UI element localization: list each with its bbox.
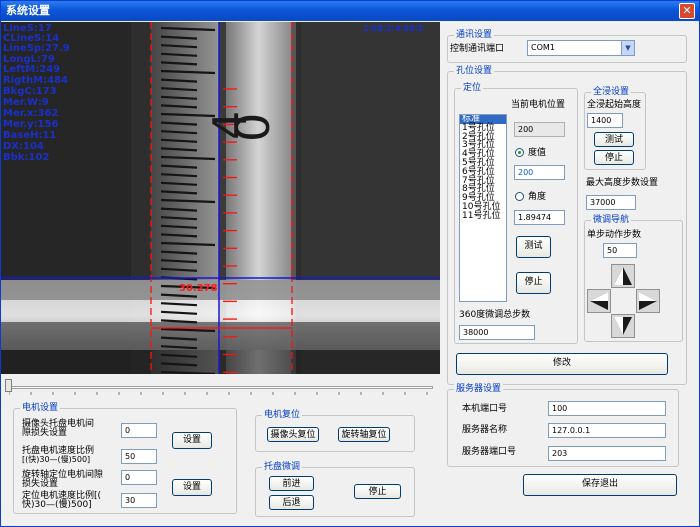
server-name-label: 服务器名称 [462,425,508,435]
dip-start-input[interactable]: 1400 [587,113,623,128]
overlay-linesp: LineSp:27.9 [3,43,70,54]
cam-reset-button[interactable]: 摄像头复位 [267,427,319,442]
pos-speed-label-2: 快)30—(慢)500] [22,500,92,510]
comm-title: 通讯设置 [454,29,495,41]
tray-speed-input[interactable]: 50 [121,449,157,464]
close-icon: ✕ [682,4,692,17]
arrow-left-icon [590,292,608,310]
local-port-input[interactable]: 100 [548,401,666,416]
port-label: 控制通讯端口 [450,44,505,54]
slider-track [9,386,433,389]
slider-ticks [9,392,428,395]
overlay-dx: DX:104 [3,141,44,152]
position-title: 定位 [461,82,484,94]
step-label: 单步动作步数 [587,230,642,240]
reset-group: 电机复位 摄像头复位 旋转轴复位 [255,409,415,452]
dip-stop-button[interactable]: 停止 [594,150,634,165]
comm-group: 通讯设置 控制通讯端口 COM1 ▼ [447,29,687,63]
motor-group: 电机设置 摄像头托盘电机间 隙损失设置 0 托盘电机速度比例 [(快)30—(慢… [13,402,237,514]
arrow-down-icon [614,317,632,335]
overlay-merx: Mer.x:362 [3,108,59,119]
dip-test-button[interactable]: 测试 [594,132,634,147]
hole-title: 孔位设置 [454,65,495,77]
overlay-bkgc: BkgC:173 [3,86,57,97]
rot-gap-input[interactable]: 0 [121,470,157,485]
settings-window: 系统设置 ✕ 4 0 LineS:17 CLineS:14 LineSp:27.… [0,0,700,527]
title-bar[interactable]: 系统设置 ✕ [1,1,699,21]
tray-stop-button[interactable]: 停止 [354,484,401,499]
position-group: 定位 标准 1号孔位 2号孔位 3号孔位 4号孔位 5号孔位 6号孔位 7号孔位 8号孔位 9号孔… [454,82,578,344]
tray-forward-button[interactable]: 前进 [269,476,314,491]
camera-slider[interactable] [3,377,439,397]
overlay-leftm: LeftM:249 [3,64,61,75]
nav-title: 微调导航 [591,214,632,226]
port-select[interactable]: COM1 ▼ [527,40,635,56]
scale-digit-0: 0 [226,113,280,142]
tray-group: 托盘微调 前进 后退 停止 [255,461,415,517]
camera-view: 4 0 LineS:17 CLineS:14 LineSp:27.9 LongL… [1,22,440,374]
current-pos-label: 当前电机位置 [511,100,566,110]
window-title: 系统设置 [6,4,50,17]
server-group: 服务器设置 本机端口号 100 服务器名称 127.0.0.1 服务器端口号 2… [447,383,679,467]
nav-down-button[interactable] [611,314,635,338]
tray-speed-label-2: [(快)30—(慢)500] [22,455,91,464]
dip-group: 全浸设置 全浸起始高度 1400 测试 停止 [584,86,646,170]
cam-gap-input[interactable]: 0 [121,423,157,438]
overlay-mery: Mer.y:156 [3,119,59,130]
slider-thumb[interactable] [5,379,12,392]
cam-gap-label-2: 隙损失设置 [22,428,68,438]
overlay-bbk: Bbk:102 [3,152,50,163]
current-pos-field: 200 [514,122,565,137]
total-steps-input[interactable]: 38000 [459,325,535,340]
max-height-input[interactable]: 37000 [586,195,636,210]
arrow-up-icon [614,267,632,285]
nav-group: 微调导航 单步动作步数 50 [584,214,683,342]
measure-value: 30.278 [179,283,218,294]
tray-title: 托盘微调 [262,461,303,473]
max-height-label: 最大高度步数设置 [586,178,659,188]
motor-set-button-2[interactable]: 设置 [172,479,212,496]
close-button[interactable]: ✕ [679,3,695,19]
overlay-timestamp: 1:08:2:4:88:E [363,24,424,33]
rot-reset-button[interactable]: 旋转轴复位 [338,427,390,442]
hole-group: 孔位设置 定位 标准 1号孔位 2号孔位 3号孔位 4号孔位 5号孔位 6号孔位 7号孔位 8号… [447,65,687,385]
hole-list-item[interactable]: 11号孔位 [460,211,506,221]
total-steps-label: 360度微调总步数 [459,310,531,320]
step-input[interactable]: 50 [603,243,637,258]
motor-set-button-1[interactable]: 设置 [172,432,212,449]
nav-left-button[interactable] [587,289,611,313]
server-port-label: 服务器端口号 [462,447,517,457]
overlay-rightm: RigthM:484 [3,75,69,86]
server-name-input[interactable]: 127.0.0.1 [548,423,666,438]
chevron-down-icon[interactable]: ▼ [621,41,634,55]
overlay-baseh: BaseH:11 [3,130,57,141]
degree-label: 度值 [528,148,547,158]
motor-title: 电机设置 [20,402,61,414]
local-port-label: 本机端口号 [462,404,508,414]
nav-right-button[interactable] [636,289,660,313]
dip-title: 全浸设置 [591,86,632,98]
degree-input[interactable]: 200 [514,165,565,180]
server-port-input[interactable]: 203 [548,446,666,461]
pos-speed-input[interactable]: 30 [121,493,157,508]
rot-gap-label-2: 损失设置 [22,479,59,489]
overlay-merw: Mer.W:9 [3,97,49,108]
nav-up-button[interactable] [611,264,635,288]
reset-title: 电机复位 [262,409,303,421]
degree-radio[interactable] [515,148,524,157]
position-test-button[interactable]: 测试 [516,236,551,258]
arrow-right-icon [639,292,657,310]
modify-button[interactable]: 修改 [456,353,668,375]
angle-radio[interactable] [515,192,524,201]
angle-input[interactable]: 1.89474 [514,210,565,225]
hole-list[interactable]: 标准 1号孔位 2号孔位 3号孔位 4号孔位 5号孔位 6号孔位 7号孔位 8号孔位 9号孔位 10… [459,114,507,302]
dip-start-label: 全浸起始高度 [587,100,642,110]
client-area: 4 0 LineS:17 CLineS:14 LineSp:27.9 LongL… [1,21,699,526]
angle-label: 角度 [528,192,547,202]
position-stop-button[interactable]: 停止 [516,272,551,294]
save-exit-button[interactable]: 保存退出 [523,474,677,496]
server-title: 服务器设置 [454,383,504,395]
tray-back-button[interactable]: 后退 [269,495,314,510]
